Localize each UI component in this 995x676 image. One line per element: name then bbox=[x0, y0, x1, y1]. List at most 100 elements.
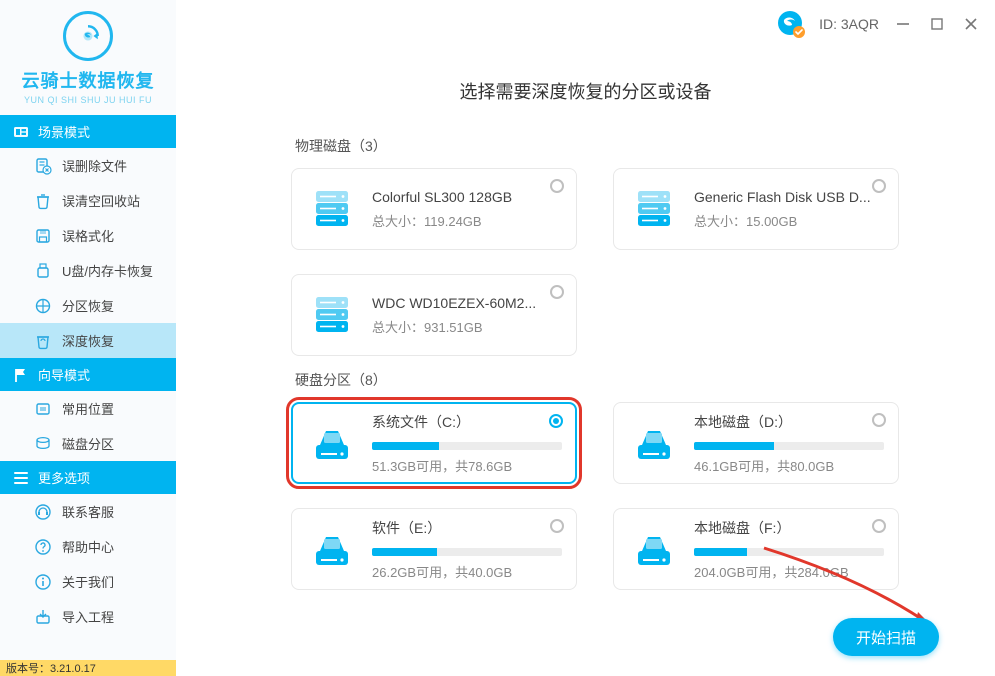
drive-icon bbox=[310, 423, 354, 463]
maximize-button[interactable] bbox=[927, 14, 947, 34]
select-radio[interactable] bbox=[872, 519, 886, 533]
start-scan-button[interactable]: 开始扫描 bbox=[833, 618, 939, 656]
sidebar-section-header[interactable]: 向导模式 bbox=[0, 358, 176, 391]
sidebar-item[interactable]: 联系客服 bbox=[0, 494, 176, 529]
brand-name: 云骑士数据恢复 bbox=[22, 67, 155, 93]
sidebar-item-label: 常用位置 bbox=[62, 399, 114, 418]
card-name: 系统文件（C:） bbox=[372, 412, 562, 432]
sidebar-item[interactable]: 分区恢复 bbox=[0, 288, 176, 323]
sidebar-item-label: 分区恢复 bbox=[62, 296, 114, 315]
physical-disk-card[interactable]: Generic Flash Disk USB D... 总大小：15.00GB bbox=[613, 168, 899, 250]
card-text: 系统文件（C:） 51.3GB可用，共78.6GB bbox=[372, 412, 562, 475]
sidebar-item[interactable]: 常用位置 bbox=[0, 391, 176, 426]
card-sub: 51.3GB可用，共78.6GB bbox=[372, 456, 562, 475]
sidebar-item-label: 误清空回收站 bbox=[62, 191, 140, 210]
card-sub: 26.2GB可用，共40.0GB bbox=[372, 562, 562, 581]
select-radio[interactable] bbox=[550, 179, 564, 193]
deep-icon bbox=[34, 332, 52, 350]
flag-icon bbox=[12, 366, 30, 384]
select-radio[interactable] bbox=[549, 414, 563, 428]
usb-icon bbox=[34, 262, 52, 280]
card-sub: 总大小：15.00GB bbox=[694, 211, 884, 230]
sidebar-item-label: U盘/内存卡恢复 bbox=[62, 261, 153, 280]
drive-icon bbox=[310, 529, 354, 569]
card-text: 本地磁盘（D:）46.1GB可用，共80.0GB bbox=[694, 412, 884, 475]
sidebar-section-header[interactable]: 更多选项 bbox=[0, 461, 176, 494]
card-sub: 204.0GB可用，共284.0GB bbox=[694, 562, 884, 581]
card-sub: 总大小：119.24GB bbox=[372, 211, 562, 230]
card-text: 软件（E:） 26.2GB可用，共40.0GB bbox=[372, 518, 562, 581]
sidebar-item[interactable]: 导入工程 bbox=[0, 599, 176, 634]
file-x-icon bbox=[34, 157, 52, 175]
partition-card[interactable]: 本地磁盘（D:）46.1GB可用，共80.0GB bbox=[613, 402, 899, 484]
card-text: Colorful SL300 128GB 总大小：119.24GB bbox=[372, 189, 562, 230]
drive-stack-icon bbox=[632, 189, 676, 229]
info-icon bbox=[34, 573, 52, 591]
disks-icon bbox=[34, 435, 52, 453]
sidebar-section-title: 场景模式 bbox=[38, 122, 90, 141]
trash-icon bbox=[34, 192, 52, 210]
card-text: 本地磁盘（F:） 204.0GB可用，共284.0GB bbox=[694, 518, 884, 581]
card-text: WDC WD10EZEX-60M2... 总大小：931.51GB bbox=[372, 295, 562, 336]
select-radio[interactable] bbox=[550, 519, 564, 533]
card-name: 本地磁盘（F:） bbox=[694, 518, 884, 538]
app-badge-icon bbox=[777, 10, 805, 38]
card-grid: Colorful SL300 128GB 总大小：119.24GB Generic … bbox=[291, 168, 935, 356]
brand-sub: YUN QI SHI SHU JU HUI FU bbox=[24, 95, 152, 105]
minimize-button[interactable] bbox=[893, 14, 913, 34]
sidebar-section-title: 更多选项 bbox=[38, 468, 90, 487]
physical-disk-card[interactable]: WDC WD10EZEX-60M2... 总大小：931.51GB bbox=[291, 274, 577, 356]
sidebar-item-label: 误格式化 bbox=[62, 226, 114, 245]
sidebar-item[interactable]: 磁盘分区 bbox=[0, 426, 176, 461]
physical-disk-card[interactable]: Colorful SL300 128GB 总大小：119.24GB bbox=[291, 168, 577, 250]
page-title: 选择需要深度恢复的分区或设备 bbox=[176, 78, 995, 104]
card-name: WDC WD10EZEX-60M2... bbox=[372, 295, 562, 311]
select-radio[interactable] bbox=[872, 413, 886, 427]
import-icon bbox=[34, 608, 52, 626]
sidebar: 云骑士数据恢复 YUN QI SHI SHU JU HUI FU 场景模式误删除… bbox=[0, 0, 176, 676]
group-title: 物理磁盘（3） bbox=[295, 136, 935, 156]
sidebar-item[interactable]: 关于我们 bbox=[0, 564, 176, 599]
close-button[interactable] bbox=[961, 14, 981, 34]
sidebar-section-header[interactable]: 场景模式 bbox=[0, 115, 176, 148]
sidebar-item[interactable]: 帮助中心 bbox=[0, 529, 176, 564]
card-name: Colorful SL300 128GB bbox=[372, 189, 562, 205]
partition-card[interactable]: 软件（E:） 26.2GB可用，共40.0GB bbox=[291, 508, 577, 590]
sidebar-item-label: 关于我们 bbox=[62, 572, 114, 591]
usage-bar bbox=[372, 442, 562, 450]
card-sub: 总大小：931.51GB bbox=[372, 317, 562, 336]
partition-card[interactable]: 系统文件（C:） 51.3GB可用，共78.6GB bbox=[291, 402, 577, 484]
pin-icon bbox=[34, 400, 52, 418]
card-name: Generic Flash Disk USB D... bbox=[694, 189, 884, 205]
hamburger-icon bbox=[12, 469, 30, 487]
sidebar-item[interactable]: 深度恢复 bbox=[0, 323, 176, 358]
drive-icon bbox=[632, 423, 676, 463]
main-panel: ID: 3AQR 选择需要深度恢复的分区或设备 物理磁盘（3） Colorful … bbox=[176, 0, 995, 676]
drive-stack-icon bbox=[310, 295, 354, 335]
save-icon bbox=[34, 227, 52, 245]
sidebar-item[interactable]: U盘/内存卡恢复 bbox=[0, 253, 176, 288]
sidebar-item-label: 导入工程 bbox=[62, 607, 114, 626]
sidebar-item[interactable]: 误清空回收站 bbox=[0, 183, 176, 218]
sidebar-item-label: 帮助中心 bbox=[62, 537, 114, 556]
partition-card[interactable]: 本地磁盘（F:） 204.0GB可用，共284.0GB bbox=[613, 508, 899, 590]
drive-icon bbox=[632, 529, 676, 569]
content-scroll[interactable]: 物理磁盘（3） Colorful SL300 128GB 总大小：119.24GB G… bbox=[176, 122, 995, 676]
sidebar-item[interactable]: 误格式化 bbox=[0, 218, 176, 253]
account-id: ID: 3AQR bbox=[819, 16, 879, 32]
card-sub: 46.1GB可用，共80.0GB bbox=[694, 456, 884, 475]
titlebar: ID: 3AQR bbox=[176, 0, 995, 48]
version-label: 版本号：3.21.0.17 bbox=[0, 660, 176, 676]
logo-block: 云骑士数据恢复 YUN QI SHI SHU JU HUI FU bbox=[0, 0, 176, 115]
usage-bar bbox=[694, 442, 884, 450]
select-radio[interactable] bbox=[550, 285, 564, 299]
sidebar-item-label: 联系客服 bbox=[62, 502, 114, 521]
app-root: 云骑士数据恢复 YUN QI SHI SHU JU HUI FU 场景模式误删除… bbox=[0, 0, 995, 676]
card-grid: 系统文件（C:） 51.3GB可用，共78.6GB 本地磁盘（D:）46.1GB可用… bbox=[291, 402, 935, 590]
select-radio[interactable] bbox=[872, 179, 886, 193]
sidebar-item-label: 磁盘分区 bbox=[62, 434, 114, 453]
card-name: 软件（E:） bbox=[372, 518, 562, 538]
usage-bar bbox=[372, 548, 562, 556]
sidebar-item[interactable]: 误删除文件 bbox=[0, 148, 176, 183]
help-icon bbox=[34, 538, 52, 556]
